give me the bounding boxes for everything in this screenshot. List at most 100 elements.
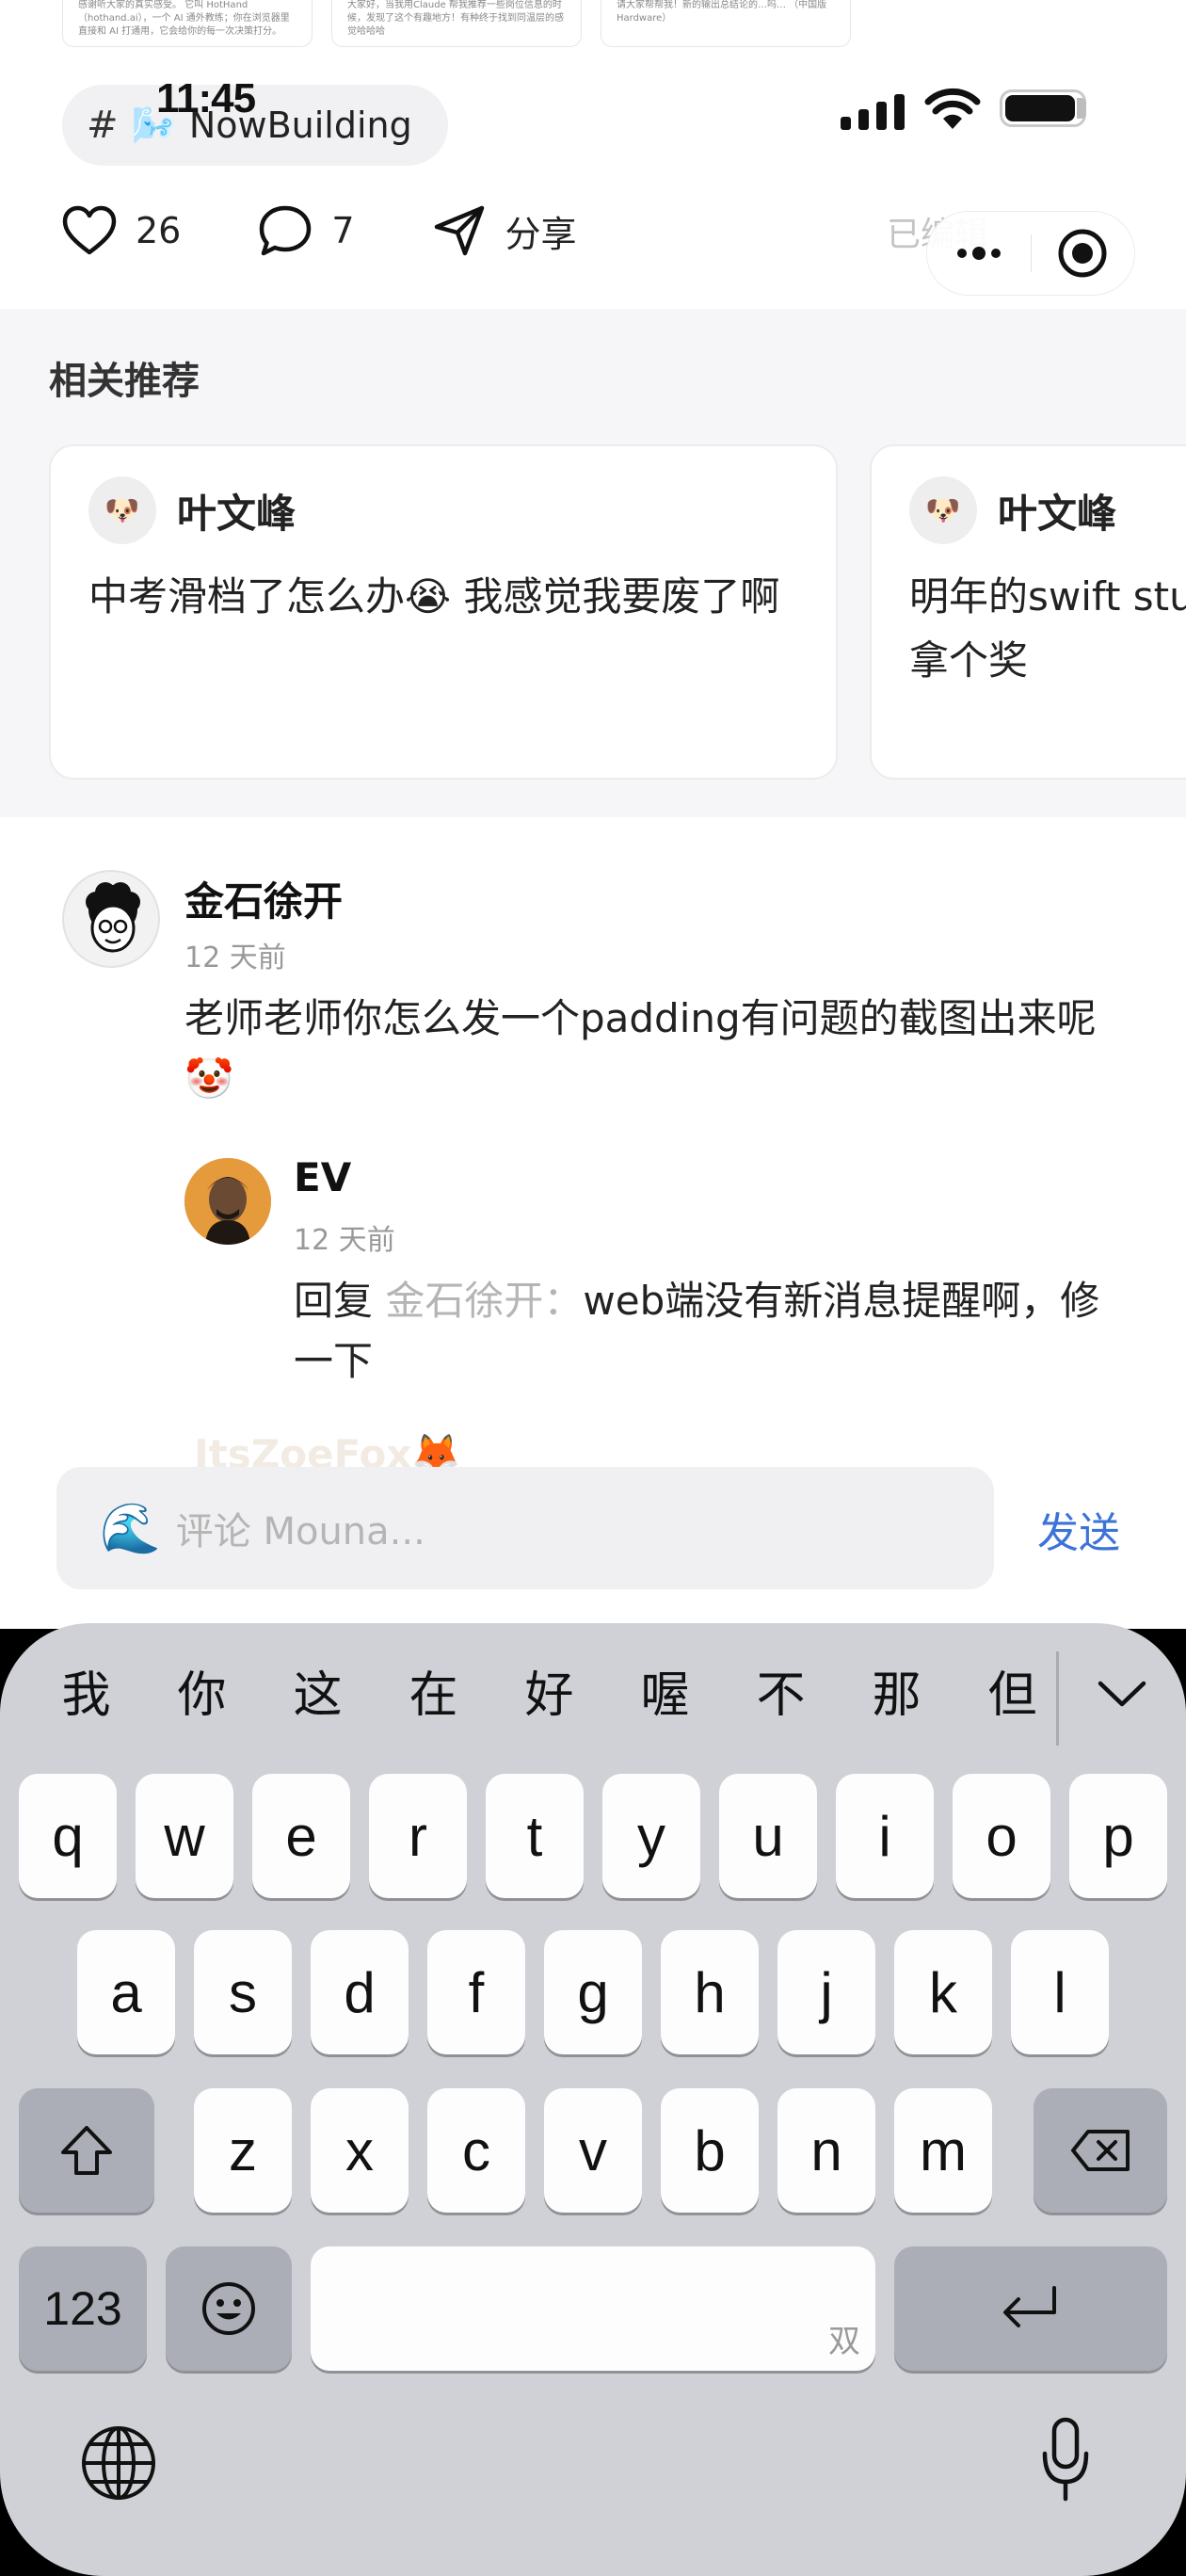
numbers-label: 123 xyxy=(43,2282,122,2335)
candidate-word[interactable]: 在 xyxy=(376,1655,491,1726)
key-t[interactable]: t xyxy=(486,1774,584,1898)
post-image-thumb[interactable]: 感谢听大家的真实感受。 它叫 HotHand（hothand.ai），一个 AI… xyxy=(62,0,313,47)
shift-icon xyxy=(61,2126,112,2175)
key-z[interactable]: z xyxy=(194,2088,292,2213)
key-m[interactable]: m xyxy=(894,2088,992,2213)
key-i[interactable]: i xyxy=(836,1774,934,1898)
space-hint: 双 xyxy=(828,2324,860,2359)
comment-text[interactable]: 老师老师你怎么发一个padding有问题的截图出来呢🤡 xyxy=(184,989,1135,1109)
candidate-word[interactable]: 喔 xyxy=(607,1655,723,1726)
key-w[interactable]: w xyxy=(136,1774,233,1898)
key-d[interactable]: d xyxy=(311,1930,409,2054)
key-r[interactable]: r xyxy=(369,1774,467,1898)
candidate-word[interactable]: 你 xyxy=(144,1655,260,1726)
send-button[interactable]: 发送 xyxy=(1037,1499,1120,1559)
microphone-icon[interactable] xyxy=(1041,2416,1090,2503)
comment-author[interactable]: 金石徐开 xyxy=(184,870,343,927)
backspace-key[interactable] xyxy=(1034,2088,1167,2213)
related-card-text: 明年的swift student challenge，我得拿个奖 xyxy=(909,573,1186,684)
candidate-word[interactable]: 好 xyxy=(491,1655,607,1726)
emoji-icon xyxy=(202,2282,255,2335)
related-card-author: 🐶 叶文峰 xyxy=(88,476,798,544)
key-y[interactable]: y xyxy=(602,1774,700,1898)
wifi-icon xyxy=(924,88,981,129)
key-v[interactable]: v xyxy=(544,2088,642,2213)
candidate-word[interactable]: 这 xyxy=(260,1655,376,1726)
candidate-divider xyxy=(1056,1651,1059,1746)
keyboard: 我 你 这 在 好 喔 不 那 但 q w e r t y u i o p a … xyxy=(0,1623,1186,2576)
reply-text[interactable]: 回复 金石徐开：web端没有新消息提醒啊，修一下 xyxy=(294,1271,1103,1392)
comment-count: 7 xyxy=(331,210,355,251)
comment-bubble-icon xyxy=(260,205,312,256)
key-k[interactable]: k xyxy=(894,1930,992,2054)
chevron-down-icon[interactable] xyxy=(1097,1678,1147,1710)
reply-prefix: 回复 xyxy=(294,1278,386,1324)
key-u[interactable]: u xyxy=(719,1774,817,1898)
share-button[interactable]: 分享 xyxy=(432,204,577,257)
like-count: 26 xyxy=(136,210,182,251)
candidate-word[interactable]: 那 xyxy=(839,1655,954,1726)
share-send-icon xyxy=(434,205,484,256)
status-time: 11:45 xyxy=(156,75,256,121)
related-card[interactable]: 🐶 叶文峰 中考滑档了怎么办😭 我感觉我要废了啊 xyxy=(49,444,838,780)
post-image-strip: 感谢听大家的真实感受。 它叫 HotHand（hothand.ai），一个 AI… xyxy=(62,0,851,47)
reply-target-user[interactable]: 金石徐开： xyxy=(385,1278,583,1324)
like-button[interactable]: 26 xyxy=(62,205,181,256)
comment-placeholder: 评论 Mouna... xyxy=(175,1510,425,1554)
close-miniprogram-icon[interactable] xyxy=(1032,227,1135,280)
key-g[interactable]: g xyxy=(544,1930,642,2054)
battery-icon xyxy=(1000,89,1086,127)
backspace-icon xyxy=(1071,2130,1130,2171)
candidate-word[interactable]: 我 xyxy=(28,1655,144,1726)
related-card[interactable]: 🐶 叶文峰 明年的swift student challenge，我得拿个奖 xyxy=(870,444,1186,780)
related-section: 相关推荐 🐶 叶文峰 中考滑档了怎么办😭 我感觉我要废了啊 🐶 叶文峰 明年的s… xyxy=(0,309,1186,817)
shift-key[interactable] xyxy=(19,2088,154,2213)
avatar[interactable] xyxy=(184,1158,271,1245)
key-c[interactable]: c xyxy=(427,2088,525,2213)
user-avatar-emoji: 🌊 xyxy=(100,1500,161,1557)
avatar: 🐶 xyxy=(88,476,156,544)
related-card-text: 中考滑档了怎么办😭 我感觉我要废了啊 xyxy=(88,573,780,620)
comment-button[interactable]: 7 xyxy=(258,204,355,257)
hash-icon: # xyxy=(87,104,119,147)
key-p[interactable]: p xyxy=(1069,1774,1167,1898)
emoji-key[interactable] xyxy=(166,2246,292,2371)
candidate-bar: 我 你 这 在 好 喔 不 那 但 xyxy=(28,1655,1070,1726)
return-icon xyxy=(1003,2286,1056,2327)
key-s[interactable]: s xyxy=(194,1930,292,2054)
avatar[interactable] xyxy=(62,870,160,968)
cellular-signal-icon xyxy=(841,94,905,130)
key-h[interactable]: h xyxy=(661,1930,759,2054)
related-title: 相关推荐 xyxy=(49,360,200,403)
numbers-key[interactable]: 123 xyxy=(19,2246,147,2371)
key-n[interactable]: n xyxy=(777,2088,875,2213)
heart-icon xyxy=(62,205,117,255)
key-x[interactable]: x xyxy=(311,2088,409,2213)
return-key[interactable] xyxy=(894,2246,1167,2371)
key-q[interactable]: q xyxy=(19,1774,117,1898)
candidate-word[interactable]: 但 xyxy=(954,1655,1070,1726)
comment-author[interactable]: EV xyxy=(294,1154,351,1200)
space-key[interactable]: 双 xyxy=(311,2246,875,2371)
key-b[interactable]: b xyxy=(661,2088,759,2213)
battery-nub xyxy=(1077,98,1086,119)
author-name: 叶文峰 xyxy=(998,490,1117,537)
post-action-row: 26 7 分享 xyxy=(62,200,654,262)
key-f[interactable]: f xyxy=(427,1930,525,2054)
author-name: 叶文峰 xyxy=(177,490,296,537)
avatar: 🐶 xyxy=(909,476,977,544)
key-e[interactable]: e xyxy=(252,1774,350,1898)
candidate-word[interactable]: 不 xyxy=(723,1655,839,1726)
key-a[interactable]: a xyxy=(77,1930,175,2054)
post-image-thumb[interactable]: 大家好，当我用Claude 帮我推荐一些岗位信息的时候，发现了这个有趣地方！有种… xyxy=(331,0,582,47)
more-options-icon[interactable] xyxy=(927,247,1031,260)
comment-input[interactable]: 🌊 评论 Mouna... xyxy=(56,1467,994,1589)
globe-icon[interactable] xyxy=(79,2423,158,2503)
post-detail-page: 感谢听大家的真实感受。 它叫 HotHand（hothand.ai），一个 AI… xyxy=(0,0,1186,1629)
comment-time: 12 天前 xyxy=(294,1224,395,1257)
key-l[interactable]: l xyxy=(1011,1930,1109,2054)
share-label: 分享 xyxy=(505,213,577,255)
key-o[interactable]: o xyxy=(953,1774,1050,1898)
post-image-thumb[interactable]: 请大家帮帮我！新的输出总结论的…吗… （中国版Hardware） xyxy=(601,0,851,47)
key-j[interactable]: j xyxy=(777,1930,875,2054)
